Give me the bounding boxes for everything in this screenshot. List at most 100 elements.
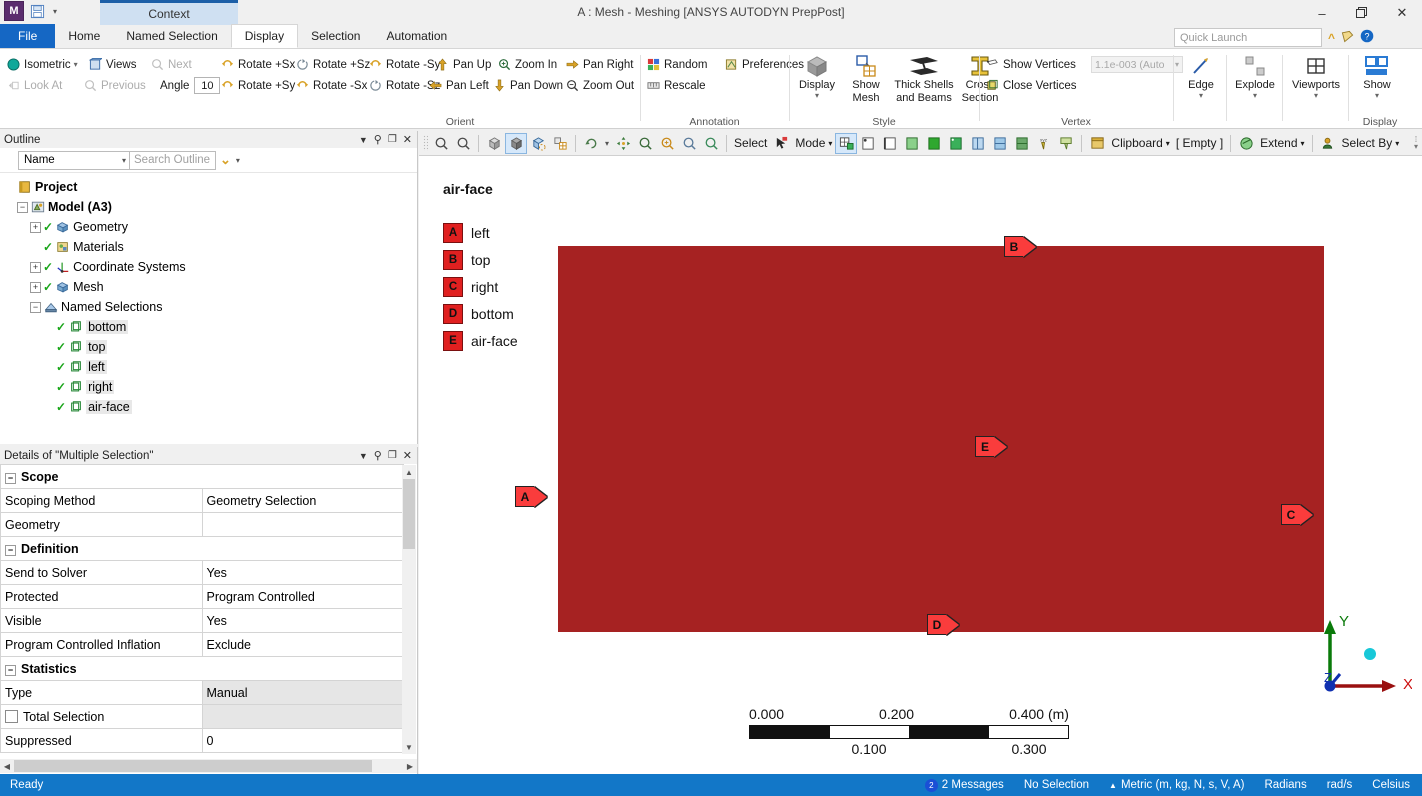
show-vertices-button[interactable]: Show Vertices <box>985 55 1076 74</box>
isometric-dropdown-icon[interactable]: ▾ <box>74 60 78 68</box>
outline-close-icon[interactable]: ✕ <box>403 133 412 146</box>
outline-tree-item-mesh[interactable]: + ✓ Mesh <box>4 277 417 297</box>
pin-ribbon-icon[interactable] <box>1341 30 1354 46</box>
show-edges-icon[interactable] <box>527 133 549 154</box>
show-mesh-button[interactable]: Show Mesh <box>840 53 892 115</box>
isometric-button[interactable]: Isometric ▾ <box>6 55 78 74</box>
explode-dropdown-icon[interactable]: ▾ <box>1253 91 1257 99</box>
details-menu-icon[interactable]: ▼ <box>359 451 368 461</box>
details-value-cell[interactable] <box>201 704 404 729</box>
select-edge-icon[interactable] <box>879 133 901 154</box>
details-row[interactable]: Type Manual <box>0 680 404 705</box>
details-scroll-left-icon[interactable]: ◀ <box>0 759 14 773</box>
zoom-to-fit-2-icon[interactable] <box>678 133 700 154</box>
outline-pin-icon[interactable]: ⚲ <box>374 133 382 146</box>
details-row[interactable]: Program Controlled Inflation Exclude <box>0 632 404 657</box>
select-by-icon[interactable] <box>1317 133 1339 154</box>
details-row[interactable]: Geometry <box>0 512 404 537</box>
details-value-cell[interactable]: Geometry Selection <box>201 488 404 513</box>
magnify-icon[interactable] <box>700 133 722 154</box>
outline-filter-select[interactable]: Name ▾ <box>18 150 130 170</box>
details-collapse-icon[interactable]: − <box>5 544 16 556</box>
show-dropdown-icon[interactable]: ▾ <box>1375 91 1379 99</box>
thicken-icon[interactable] <box>549 133 571 154</box>
tree-expander-plus-icon[interactable]: + <box>30 281 41 293</box>
minimize-button[interactable]: – <box>1302 0 1342 26</box>
annotation-tag-b[interactable]: B <box>1004 236 1036 257</box>
units-expand-icon[interactable]: ▲ <box>1109 781 1117 790</box>
details-row[interactable]: Send to Solver Yes <box>0 560 404 585</box>
ribbon-collapse-icon[interactable]: ^ <box>1328 31 1335 45</box>
rescale-button[interactable]: Rescale <box>646 76 706 95</box>
outline-tree-item-bottom[interactable]: ✓ bottom <box>4 317 417 337</box>
outline-tree-item-project[interactable]: Project <box>4 177 417 197</box>
thick-shells-beams-button[interactable]: Thick Shells and Beams <box>888 53 960 115</box>
outline-maximize-icon[interactable]: ❐ <box>388 134 397 145</box>
views-button[interactable]: Views <box>88 55 136 74</box>
wireframe-icon[interactable] <box>483 133 505 154</box>
outline-tree-item-materials[interactable]: ✓ Materials <box>4 237 417 257</box>
rotate-minus-sy-button[interactable]: Rotate -Sy <box>368 55 440 74</box>
outline-tree-item-air-face[interactable]: ✓ air-face <box>4 397 417 417</box>
select-by-dropdown-icon[interactable]: ▾ <box>1395 139 1399 148</box>
angle-input[interactable]: 10 <box>194 77 221 94</box>
details-pin-icon[interactable]: ⚲ <box>374 449 382 462</box>
search-expand-icon[interactable]: ⌄ <box>220 152 231 168</box>
box-zoom-icon[interactable] <box>656 133 678 154</box>
details-value-cell[interactable] <box>201 512 404 537</box>
details-scroll-right-icon[interactable]: ▶ <box>403 759 417 773</box>
pan-right-button[interactable]: Pan Right <box>565 55 634 74</box>
details-table[interactable]: − Scope Scoping Method Geometry Selection Ge… <box>0 464 404 753</box>
label-probe-icon[interactable] <box>1055 133 1077 154</box>
pan-down-button[interactable]: Pan Down <box>492 76 563 95</box>
details-hscroll-thumb[interactable] <box>14 760 372 772</box>
restore-button[interactable] <box>1342 0 1382 26</box>
geometry-face[interactable] <box>558 246 1324 632</box>
rotate-dropdown-icon[interactable]: ▾ <box>605 139 609 148</box>
details-value-cell[interactable]: Exclude <box>201 632 404 657</box>
details-value-cell[interactable]: Program Controlled <box>201 584 404 609</box>
clipboard-icon[interactable] <box>1086 133 1108 154</box>
tab-automation[interactable]: Automation <box>373 24 460 48</box>
tab-named-selection[interactable]: Named Selection <box>113 24 230 48</box>
select-vertex-icon[interactable] <box>857 133 879 154</box>
details-row[interactable]: Protected Program Controlled <box>0 584 404 609</box>
select-element-face-icon[interactable] <box>989 133 1011 154</box>
quick-launch-input[interactable]: Quick Launch <box>1173 28 1322 47</box>
next-view-button[interactable]: Next <box>150 55 192 74</box>
details-collapse-icon[interactable]: − <box>5 664 16 676</box>
zoom-to-fit-icon[interactable] <box>430 133 452 154</box>
rotate-minus-sx-button[interactable]: Rotate -Sx <box>295 76 367 95</box>
viewports-button[interactable]: Viewports ▾ <box>1285 53 1347 115</box>
details-row[interactable]: Visible Yes <box>0 608 404 633</box>
select-node-icon[interactable] <box>945 133 967 154</box>
display-style-dropdown-icon[interactable]: ▾ <box>815 91 819 99</box>
toolbar-overflow-icon[interactable]: ⁞ ▾ <box>1414 136 1422 151</box>
display-style-button[interactable]: Display ▾ <box>791 53 843 115</box>
outline-tree-item-top[interactable]: ✓ top <box>4 337 417 357</box>
details-value-cell[interactable]: 0 <box>201 728 404 753</box>
clipboard-dropdown-icon[interactable]: ▾ <box>1166 139 1170 148</box>
tab-file[interactable]: File <box>0 24 56 48</box>
outline-tree-item-coordinate-systems[interactable]: + ✓ Coordinate Systems <box>4 257 417 277</box>
random-colors-button[interactable]: Random <box>646 55 707 74</box>
tab-display[interactable]: Display <box>230 24 299 48</box>
select-mesh-face-icon[interactable] <box>1011 133 1033 154</box>
select-mesh-icon[interactable] <box>835 132 858 154</box>
zoom-in-button[interactable]: Zoom In <box>497 55 557 74</box>
extend-icon[interactable] <box>1235 133 1257 154</box>
select-by-button[interactable]: Select By ▾ <box>1339 136 1403 150</box>
select-body-icon[interactable] <box>923 133 945 154</box>
details-maximize-icon[interactable]: ❐ <box>388 450 397 461</box>
outline-filter-dropdown-icon[interactable]: ▾ <box>122 156 126 165</box>
status-units[interactable]: ▲ Metric (m, kg, N, s, V, A) <box>1109 779 1244 791</box>
rotate-plus-sx-button[interactable]: Rotate +Sx <box>220 55 295 74</box>
details-collapse-icon[interactable]: − <box>5 472 16 484</box>
outline-tree-item-right[interactable]: ✓ right <box>4 377 417 397</box>
mode-dropdown-icon[interactable]: ▾ <box>828 139 832 148</box>
search-outline-input[interactable]: Search Outline <box>130 150 216 170</box>
details-scroll-thumb[interactable] <box>403 479 415 549</box>
tab-selection[interactable]: Selection <box>298 24 373 48</box>
show-button[interactable]: Show ▾ <box>1351 53 1403 115</box>
shaded-exterior-icon[interactable] <box>505 132 527 154</box>
